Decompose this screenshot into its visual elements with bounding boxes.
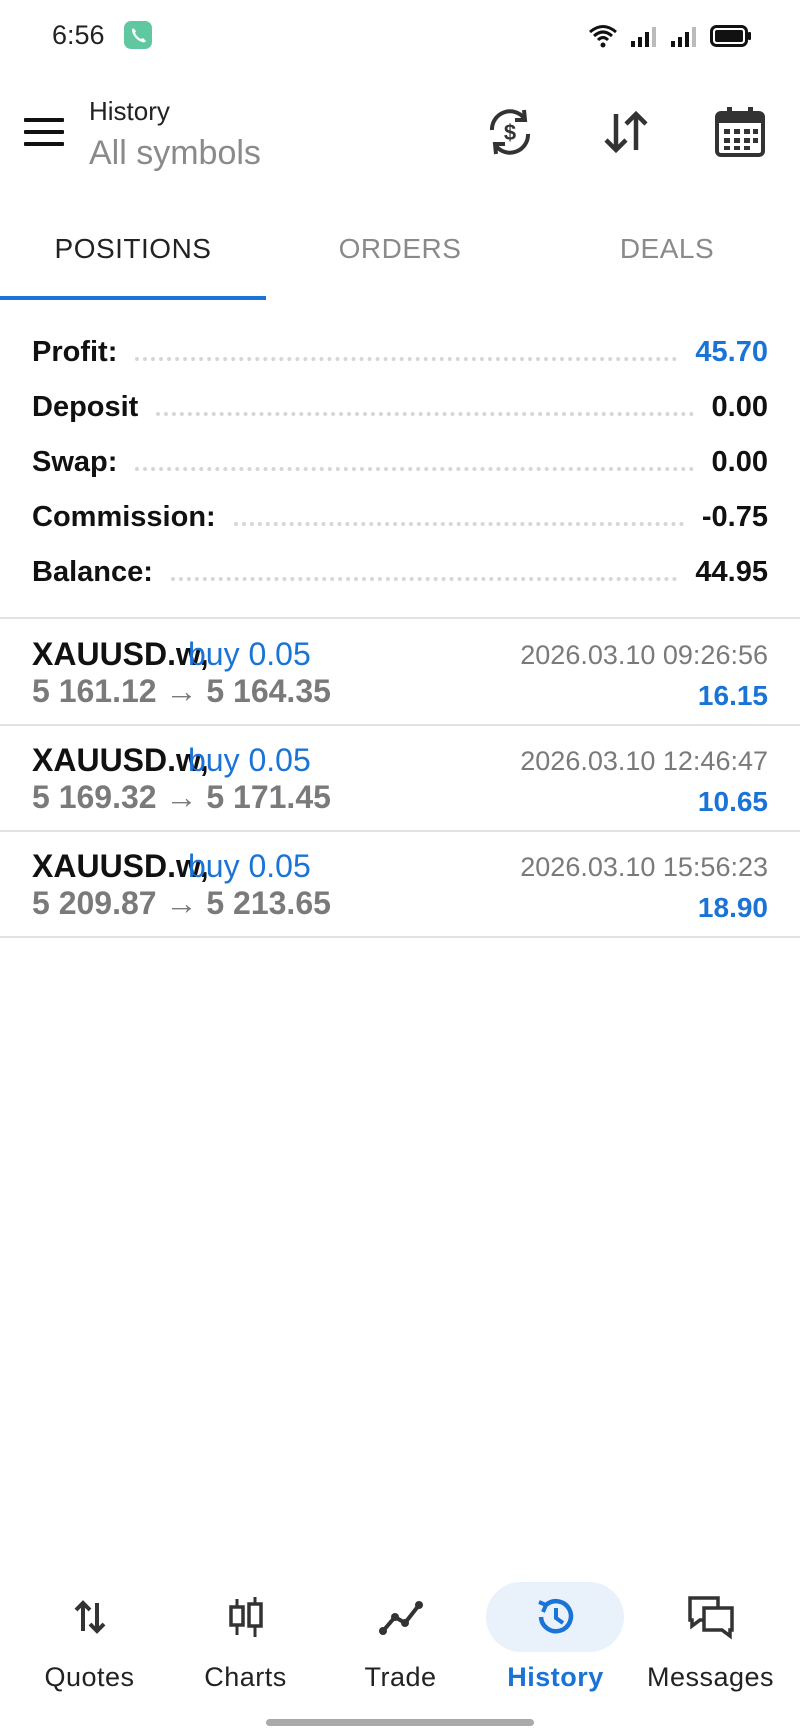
summary-deposit-row: Deposit 0.00 xyxy=(0,380,800,435)
position-prices: 5 161.12 → 5 164.35 xyxy=(32,673,331,709)
signal-icon xyxy=(671,27,696,47)
balance-value: 44.95 xyxy=(695,556,768,588)
symbol-filter[interactable]: All symbols xyxy=(89,134,261,173)
profit-label: Profit: xyxy=(32,336,118,368)
nav-charts[interactable]: Charts xyxy=(168,1570,323,1710)
bottom-navigation: Quotes Charts Trade History Messages xyxy=(0,1570,800,1710)
quotes-icon xyxy=(65,1592,115,1642)
tab-positions[interactable]: POSITIONS xyxy=(0,210,266,302)
nav-quotes[interactable]: Quotes xyxy=(12,1570,167,1710)
page-title: History xyxy=(89,96,170,126)
swap-value: 0.00 xyxy=(711,446,768,478)
sort-button[interactable] xyxy=(596,102,656,162)
summary-balance-row: Balance: 44.95 xyxy=(0,545,800,600)
calendar-button[interactable] xyxy=(710,102,770,162)
history-tabs: POSITIONS ORDERS DEALS xyxy=(0,210,800,302)
signal-icon xyxy=(631,27,656,47)
menu-icon[interactable] xyxy=(24,118,64,150)
position-time: 2026.03.10 15:56:23 xyxy=(520,852,768,882)
position-time: 2026.03.10 09:26:56 xyxy=(520,640,768,670)
deposit-label: Deposit xyxy=(32,391,139,423)
position-type: buy 0.05 xyxy=(188,742,311,778)
tab-orders[interactable]: ORDERS xyxy=(267,210,533,302)
nav-history[interactable]: History xyxy=(478,1570,633,1710)
currency-refresh-icon: $ xyxy=(489,109,531,155)
position-symbol: XAUUSD.w, xyxy=(32,742,209,778)
balance-label: Balance: xyxy=(32,556,153,588)
history-icon xyxy=(531,1592,581,1642)
trade-icon xyxy=(376,1592,426,1642)
dot-leader xyxy=(135,466,694,471)
nav-label: Trade xyxy=(364,1662,437,1692)
dot-leader xyxy=(135,356,678,361)
wifi-icon xyxy=(589,25,617,48)
position-symbol: XAUUSD.w, xyxy=(32,848,209,884)
position-row[interactable]: XAUUSD.w, buy 0.05 5 161.12 → 5 164.35 2… xyxy=(0,620,800,726)
position-symbol: XAUUSD.w, xyxy=(32,636,209,672)
summary-commission-row: Commission: -0.75 xyxy=(0,490,800,545)
deposit-value: 0.00 xyxy=(711,391,768,423)
messages-icon xyxy=(686,1592,736,1642)
candlestick-icon xyxy=(221,1592,271,1642)
nav-trade[interactable]: Trade xyxy=(323,1570,478,1710)
active-tab-indicator xyxy=(0,296,266,300)
tab-deals[interactable]: DEALS xyxy=(534,210,800,302)
position-type: buy 0.05 xyxy=(188,636,311,672)
position-profit: 18.90 xyxy=(697,892,768,923)
position-prices: 5 209.87 → 5 213.65 xyxy=(32,885,331,921)
position-row[interactable]: XAUUSD.w, buy 0.05 5 209.87 → 5 213.65 2… xyxy=(0,832,800,938)
commission-label: Commission: xyxy=(32,501,216,533)
svg-text:$: $ xyxy=(504,120,516,145)
status-bar: 6:56 xyxy=(0,0,800,72)
sort-icon xyxy=(604,110,648,154)
dot-leader xyxy=(233,521,684,526)
dot-leader xyxy=(156,411,694,416)
positions-list: XAUUSD.w, buy 0.05 5 161.12 → 5 164.35 2… xyxy=(0,620,800,938)
nav-label: Charts xyxy=(204,1662,287,1692)
position-type: buy 0.05 xyxy=(188,848,311,884)
profit-value: 45.70 xyxy=(695,336,768,368)
swap-label: Swap: xyxy=(32,446,118,478)
app-header: History All symbols $ xyxy=(0,84,800,184)
status-time: 6:56 xyxy=(52,20,105,50)
status-icons xyxy=(588,22,752,50)
dot-leader xyxy=(170,576,678,581)
position-profit: 10.65 xyxy=(697,786,768,817)
nav-label: History xyxy=(507,1662,604,1692)
currency-refresh-button[interactable]: $ xyxy=(480,102,540,162)
nav-label: Quotes xyxy=(44,1662,135,1692)
calendar-icon xyxy=(715,107,765,157)
position-profit: 16.15 xyxy=(697,680,768,711)
call-icon xyxy=(124,21,152,49)
summary-profit-row: Profit: 45.70 xyxy=(0,325,800,380)
battery-icon xyxy=(710,25,751,47)
summary-divider xyxy=(0,617,800,619)
position-time: 2026.03.10 12:46:47 xyxy=(520,746,768,776)
nav-label: Messages xyxy=(646,1662,775,1692)
position-row[interactable]: XAUUSD.w, buy 0.05 5 169.32 → 5 171.45 2… xyxy=(0,726,800,832)
summary-panel: Profit: 45.70 Deposit 0.00 Swap: 0.00 Co… xyxy=(0,325,800,600)
nav-messages[interactable]: Messages xyxy=(633,1570,788,1710)
commission-value: -0.75 xyxy=(701,501,768,533)
home-indicator[interactable] xyxy=(266,1719,534,1726)
summary-swap-row: Swap: 0.00 xyxy=(0,435,800,490)
position-prices: 5 169.32 → 5 171.45 xyxy=(32,779,331,815)
